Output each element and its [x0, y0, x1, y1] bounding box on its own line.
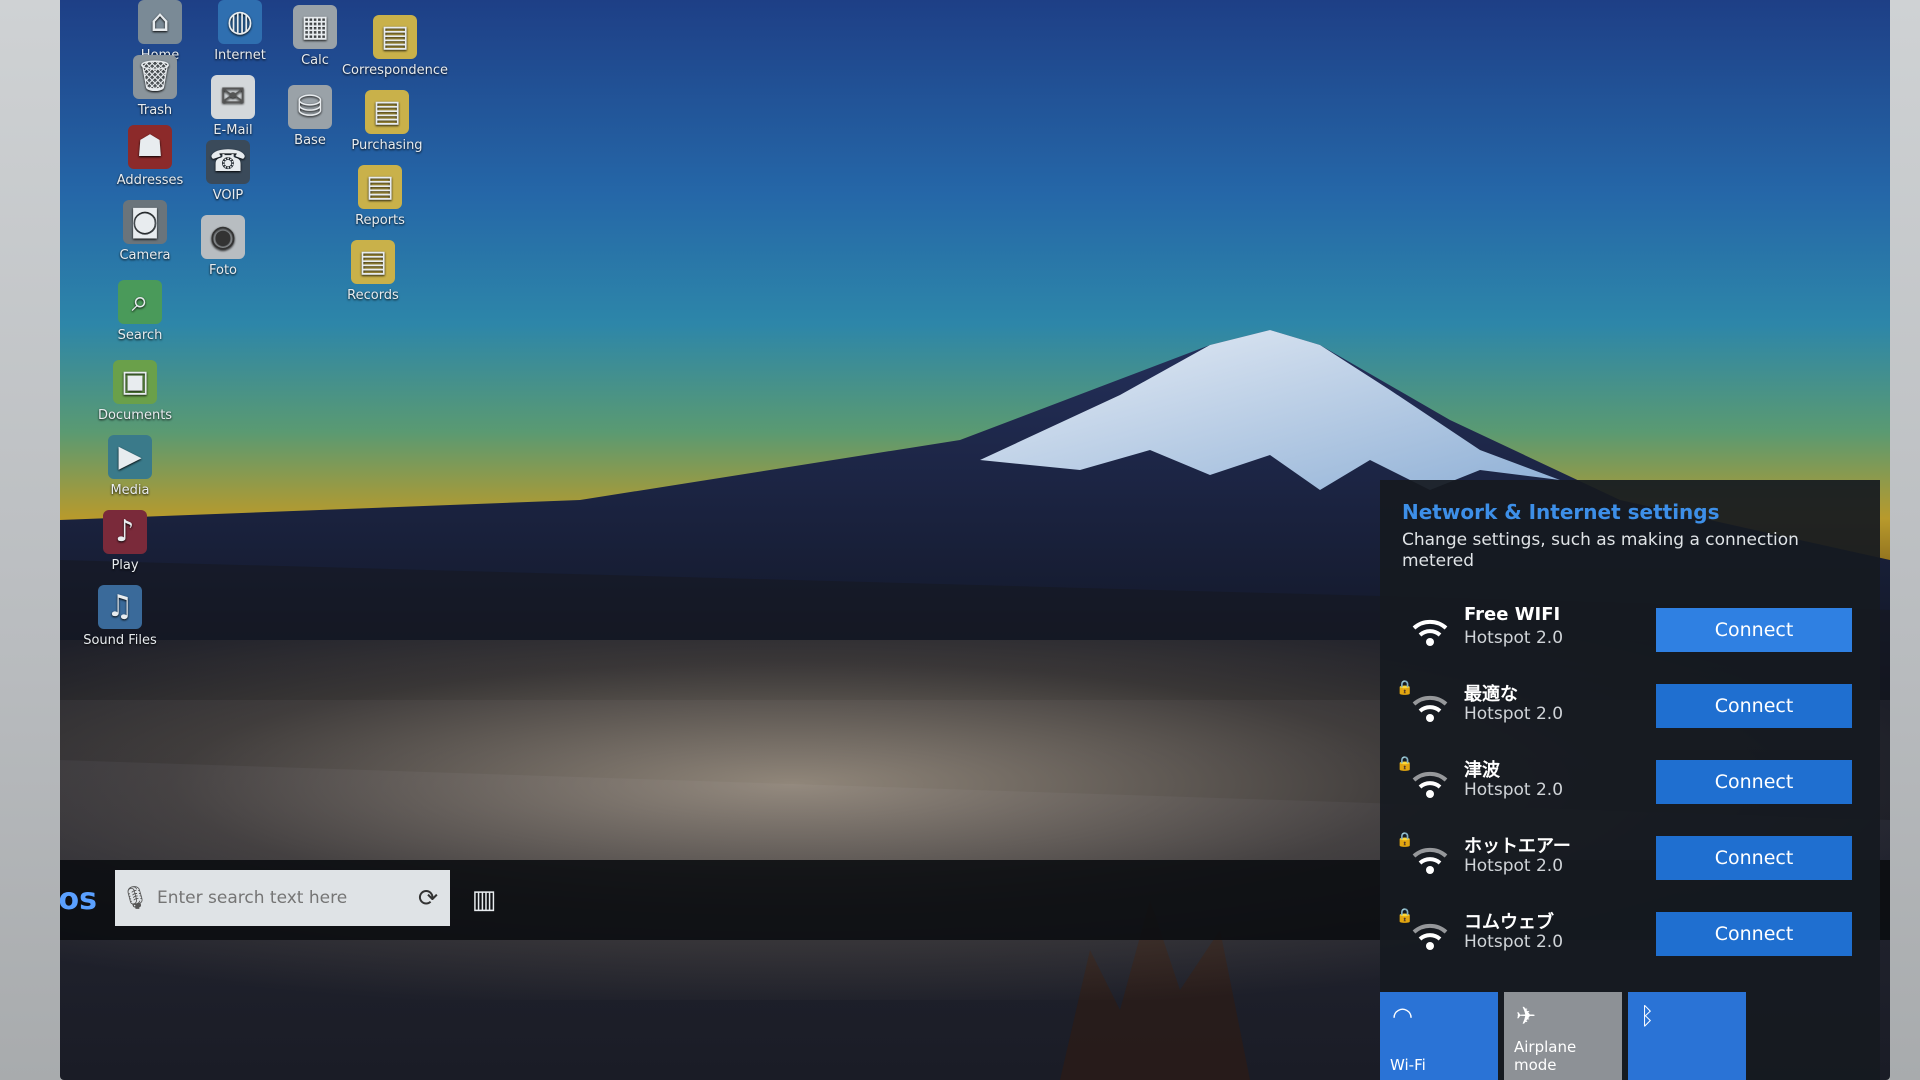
desktop-screen: ⌂ Home ◍ Internet ▦ Calc ▤ Correspondenc… [60, 0, 1890, 1080]
photo-icon: ◉ [201, 215, 245, 259]
home-icon: ⌂ [138, 0, 182, 44]
network-ssid: ホットエアー [1464, 836, 1571, 857]
start-button[interactable]: Qos [60, 860, 110, 940]
network-flyout: Network & Internet settings Change setti… [1380, 480, 1880, 1080]
network-type: Hotspot 2.0 [1464, 704, 1564, 724]
airplane-mode-toggle[interactable]: ✈ Airplane mode [1504, 992, 1622, 1080]
folder-icon: ▤ [351, 240, 395, 284]
folder-icon: ▤ [365, 90, 409, 134]
search-input[interactable] [155, 887, 406, 909]
airplane-icon: ✈ [1516, 1002, 1537, 1030]
folder-icon: ▤ [358, 165, 402, 209]
database-icon: ⛁ [288, 85, 332, 129]
task-view-icon[interactable]: ▥ [462, 878, 506, 922]
calculator-icon: ▦ [293, 5, 337, 49]
connect-button[interactable]: Connect [1656, 836, 1852, 880]
network-ssid: コムウェブ [1464, 912, 1554, 933]
desktop-icon-foto[interactable]: ◉ Foto [168, 215, 278, 278]
wifi-signal-icon [1412, 695, 1448, 722]
phone-icon: ☎ [206, 140, 250, 184]
desktop-icon-media[interactable]: ▶ Media [75, 435, 185, 498]
wifi-toggle[interactable]: ◠ Wi-Fi [1380, 992, 1498, 1080]
network-type: Hotspot 2.0 [1464, 780, 1564, 800]
microphone-icon[interactable]: 🎙 [115, 886, 155, 911]
wifi-signal-icon [1412, 847, 1448, 874]
connect-button[interactable]: Connect [1656, 684, 1852, 728]
network-type: Hotspot 2.0 [1464, 856, 1564, 876]
network-list: Free WIFI Hotspot 2.0 Connect 🔒 最適な Hots… [1380, 598, 1880, 978]
network-item[interactable]: 🔒 コムウェブ Hotspot 2.0 Connect [1380, 902, 1880, 978]
wifi-signal-icon [1412, 923, 1448, 950]
refresh-icon[interactable]: ⟳ [406, 884, 450, 912]
desktop-icon-sound-files[interactable]: ♫ Sound Files [65, 585, 175, 648]
wifi-signal-icon [1412, 619, 1448, 646]
wifi-icon: ◠ [1392, 1002, 1413, 1030]
desktop-icon-records[interactable]: ▤ Records [318, 240, 428, 303]
sound-icon: ♫ [98, 585, 142, 629]
wifi-signal-icon [1412, 771, 1448, 798]
desktop-icon-search[interactable]: ⌕ Search [85, 280, 195, 343]
quick-actions: ◠ Wi-Fi ✈ Airplane mode ᛒ [1380, 992, 1880, 1080]
network-type: Hotspot 2.0 [1464, 628, 1564, 648]
desktop-icon-play[interactable]: ♪ Play [70, 510, 180, 573]
camera-icon: ◙ [123, 200, 167, 244]
network-ssid: 最適な [1464, 684, 1518, 705]
network-item[interactable]: 🔒 ホットエアー Hotspot 2.0 Connect [1380, 826, 1880, 902]
desktop-icon-voip[interactable]: ☎ VOIP [173, 140, 283, 203]
network-type: Hotspot 2.0 [1464, 932, 1564, 952]
documents-icon: ▣ [113, 360, 157, 404]
connect-button[interactable]: Connect [1656, 608, 1852, 652]
desktop-icons: ⌂ Home ◍ Internet ▦ Calc ▤ Correspondenc… [60, 0, 580, 660]
desktop-icon-purchasing[interactable]: ▤ Purchasing [332, 90, 442, 153]
flyout-header: Network & Internet settings Change setti… [1380, 480, 1880, 582]
network-ssid: Free WIFI [1464, 604, 1561, 625]
network-item[interactable]: 🔒 最適な Hotspot 2.0 Connect [1380, 674, 1880, 750]
folder-icon: ▤ [373, 15, 417, 59]
bluetooth-icon: ᛒ [1640, 1002, 1655, 1030]
media-icon: ▶ [108, 435, 152, 479]
connect-button[interactable]: Connect [1656, 760, 1852, 804]
address-book-icon: ☗ [128, 125, 172, 169]
search-icon: ⌕ [118, 280, 162, 324]
bluetooth-toggle[interactable]: ᛒ [1628, 992, 1746, 1080]
trash-icon: 🗑 [133, 55, 177, 99]
play-icon: ♪ [103, 510, 147, 554]
network-item[interactable]: Free WIFI Hotspot 2.0 Connect [1380, 598, 1880, 674]
mail-icon: ✉ [211, 75, 255, 119]
search-box[interactable]: 🎙 ⟳ [115, 870, 450, 926]
network-settings-description: Change settings, such as making a connec… [1402, 530, 1799, 571]
desktop-icon-reports[interactable]: ▤ Reports [325, 165, 435, 228]
globe-icon: ◍ [218, 0, 262, 44]
desktop-icon-documents[interactable]: ▣ Documents [80, 360, 190, 423]
network-item[interactable]: 🔒 津波 Hotspot 2.0 Connect [1380, 750, 1880, 826]
network-settings-link[interactable]: Network & Internet settings [1402, 500, 1858, 524]
connect-button[interactable]: Connect [1656, 912, 1852, 956]
desktop-icon-correspondence[interactable]: ▤ Correspondence [340, 15, 450, 78]
network-ssid: 津波 [1464, 760, 1500, 781]
